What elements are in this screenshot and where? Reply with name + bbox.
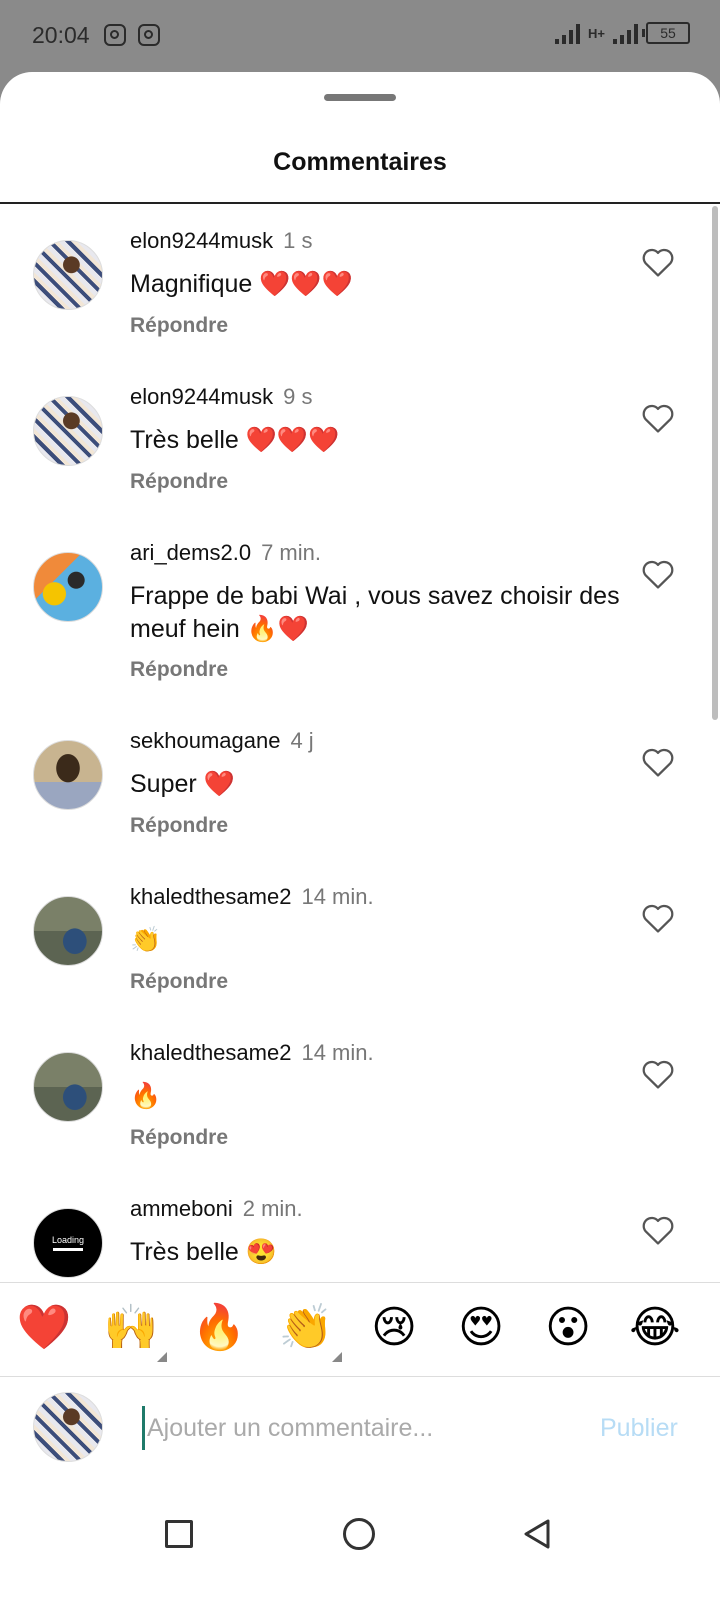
divider bbox=[0, 202, 720, 204]
reply-button[interactable]: Répondre bbox=[130, 314, 228, 338]
avatar[interactable] bbox=[33, 740, 103, 810]
avatar[interactable] bbox=[33, 240, 103, 310]
home-icon[interactable] bbox=[343, 1518, 375, 1550]
comment-time: 14 min. bbox=[301, 884, 374, 909]
avatar[interactable] bbox=[33, 396, 103, 466]
publish-button[interactable]: Publier bbox=[600, 1414, 678, 1443]
comment-text: Super ❤️ bbox=[130, 770, 235, 798]
comment-time: 4 j bbox=[290, 728, 314, 753]
signal-icon bbox=[555, 22, 581, 44]
battery-level: 55 bbox=[660, 25, 676, 41]
avatar[interactable] bbox=[33, 896, 103, 966]
system-navigation-bar bbox=[0, 1484, 720, 1612]
comment-time: 2 min. bbox=[242, 1196, 303, 1221]
quick-emoji-bar: ❤️ 🙌 🔥 👏 😢 😍 😮 😂 bbox=[0, 1294, 720, 1374]
like-heart-icon[interactable] bbox=[641, 746, 675, 778]
comment-text: Très belle ❤️❤️❤️ bbox=[130, 426, 340, 454]
emoji-raising-hands-button[interactable]: 🙌 bbox=[101, 1298, 167, 1362]
comment-time: 7 min. bbox=[261, 540, 321, 565]
comment-username[interactable]: sekhoumagane bbox=[130, 728, 280, 753]
reply-button[interactable]: Répondre bbox=[130, 814, 228, 838]
comments-sheet: Commentaires elon9244musk 1 s Magnifique … bbox=[0, 72, 720, 1612]
comment-time: 14 min. bbox=[301, 1040, 374, 1065]
sheet-title: Commentaires bbox=[273, 148, 447, 176]
avatar[interactable] bbox=[33, 1052, 103, 1122]
avatar[interactable]: Loading bbox=[33, 1208, 103, 1278]
variant-indicator-icon bbox=[157, 1352, 167, 1362]
network-type: H+ bbox=[588, 25, 605, 41]
comment-text: Très belle 😍 bbox=[130, 1238, 277, 1266]
emoji-surprised-button[interactable]: 😮 bbox=[538, 1298, 598, 1358]
status-indicators: H+ 55 bbox=[555, 22, 690, 44]
like-heart-icon[interactable] bbox=[641, 246, 675, 278]
drag-handle[interactable] bbox=[324, 94, 396, 101]
reply-button[interactable]: Répondre bbox=[130, 970, 228, 994]
comment-username[interactable]: elon9244musk bbox=[130, 384, 273, 409]
divider bbox=[0, 1282, 720, 1283]
instagram-notification-icon bbox=[104, 24, 126, 46]
comment-username[interactable]: ammeboni bbox=[130, 1196, 233, 1221]
emoji-clapping-button[interactable]: 👏 bbox=[276, 1298, 342, 1362]
comment-text: 🔥 bbox=[130, 1082, 162, 1110]
battery-icon: 55 bbox=[642, 22, 690, 44]
status-bar: 20:04 H+ 55 bbox=[0, 0, 720, 72]
comment-input[interactable] bbox=[142, 1406, 572, 1450]
emoji-heart-eyes-button[interactable]: 😍 bbox=[451, 1298, 511, 1358]
comment-list[interactable]: elon9244musk 1 s Magnifique ❤️❤️❤️ Répond… bbox=[0, 206, 720, 1282]
comment-username[interactable]: ari_dems2.0 bbox=[130, 540, 251, 565]
avatar[interactable] bbox=[33, 552, 103, 622]
comment-text: Magnifique ❤️❤️❤️ bbox=[130, 270, 353, 298]
comment-time: 1 s bbox=[283, 228, 313, 253]
recent-apps-icon[interactable] bbox=[165, 1520, 193, 1548]
reply-button[interactable]: Répondre bbox=[130, 658, 228, 682]
emoji-fire-button[interactable]: 🔥 bbox=[189, 1298, 249, 1358]
comment-time: 9 s bbox=[283, 384, 313, 409]
avatar-loading-bar bbox=[53, 1248, 83, 1251]
comment-username[interactable]: khaledthesame2 bbox=[130, 884, 291, 909]
like-heart-icon[interactable] bbox=[641, 558, 675, 590]
current-user-avatar bbox=[33, 1392, 103, 1462]
like-heart-icon[interactable] bbox=[641, 402, 675, 434]
like-heart-icon[interactable] bbox=[641, 1214, 675, 1246]
scrollbar[interactable] bbox=[712, 206, 718, 720]
comment-username[interactable]: khaledthesame2 bbox=[130, 1040, 291, 1065]
signal-icon bbox=[613, 22, 638, 44]
variant-indicator-icon bbox=[332, 1352, 342, 1362]
like-heart-icon[interactable] bbox=[641, 1058, 675, 1090]
instagram-notification-icon bbox=[138, 24, 160, 46]
reply-button[interactable]: Répondre bbox=[130, 1126, 228, 1150]
back-icon[interactable] bbox=[522, 1518, 552, 1550]
emoji-crying-button[interactable]: 😢 bbox=[364, 1298, 424, 1358]
comment-text: 👏 bbox=[130, 926, 162, 954]
emoji-glyph: 👏 bbox=[278, 1302, 334, 1353]
avatar-loading-label: Loading bbox=[51, 1235, 85, 1245]
comment-username[interactable]: elon9244musk bbox=[130, 228, 273, 253]
like-heart-icon[interactable] bbox=[641, 902, 675, 934]
status-time: 20:04 bbox=[32, 22, 90, 48]
emoji-tears-of-joy-button[interactable]: 😂 bbox=[625, 1298, 685, 1358]
reply-button[interactable]: Répondre bbox=[130, 470, 228, 494]
emoji-heart-button[interactable]: ❤️ bbox=[14, 1298, 74, 1358]
comment-text: Frappe de babi Wai , vous savez choisir … bbox=[130, 582, 620, 643]
divider bbox=[0, 1376, 720, 1377]
emoji-glyph: 🙌 bbox=[103, 1302, 159, 1353]
